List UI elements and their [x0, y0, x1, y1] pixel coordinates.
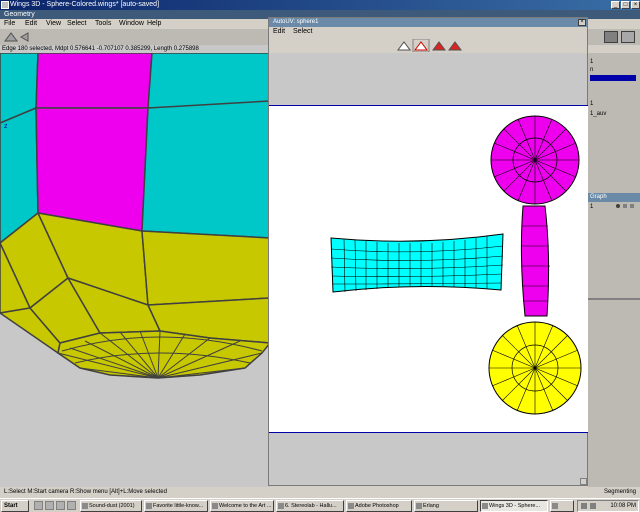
autouv-title-bar: AutoUV: sphere1	[269, 18, 587, 27]
taskbar-item-active[interactable]: Wings 3D - Sphere...	[480, 500, 548, 512]
graph-item[interactable]: 1	[590, 204, 593, 210]
mouse-hint: L:Select M:Start camera R:Show menu [Alt…	[4, 489, 167, 495]
taskbar-item[interactable]: Adobe Photoshop	[346, 500, 412, 512]
uv-island-magenta-strip	[520, 205, 550, 317]
app-icon	[278, 503, 284, 509]
start-button[interactable]: Start	[1, 500, 29, 512]
clock[interactable]: 10:08 PM	[610, 503, 636, 509]
menu-window[interactable]: Window	[119, 19, 144, 29]
taskbar-item-label: Welcome to the Art ...	[219, 503, 272, 509]
taskbar-item-label: Favorite little-know...	[153, 503, 204, 509]
taskbar-item[interactable]	[550, 500, 574, 512]
perspective-icon[interactable]	[621, 31, 635, 43]
sphere-mesh	[0, 53, 270, 379]
taskbar-item-label: Adobe Photoshop	[355, 503, 399, 509]
menu-file[interactable]: File	[4, 19, 15, 29]
uv-canvas[interactable]	[269, 105, 588, 433]
close-icon[interactable]: ×	[631, 1, 640, 9]
3d-viewport[interactable]: z	[0, 53, 270, 487]
geometry-label: Geometry	[4, 11, 35, 18]
autouv-window: AutoUV: sphere1 × Edit Select	[268, 17, 588, 486]
autouv-close-icon[interactable]: ×	[578, 19, 586, 26]
quicklaunch-folder-icon[interactable]	[67, 501, 76, 510]
minimize-icon[interactable]: _	[611, 1, 620, 9]
mode-label: Segmenting	[603, 489, 636, 495]
autouv-menu-bar: Edit Select	[269, 27, 587, 37]
quicklaunch-outlook-icon[interactable]	[56, 501, 65, 510]
autouv-toolbar	[269, 37, 587, 53]
outliner-item[interactable]: 1	[590, 101, 593, 107]
outliner-item[interactable]: n	[590, 67, 593, 73]
menu-tools[interactable]: Tools	[95, 19, 111, 29]
app-icon	[82, 503, 88, 509]
menu-help[interactable]: Help	[147, 19, 161, 29]
taskbar-item-label: Sound-dust (2001)	[89, 503, 135, 509]
taskbar-item[interactable]: Welcome to the Art ...	[210, 500, 274, 512]
taskbar-item-label: Erlang	[423, 503, 439, 509]
resize-handle[interactable]	[580, 478, 587, 485]
graph-title: Graph	[590, 194, 607, 200]
uv-selection-mode-icons[interactable]	[395, 39, 465, 52]
app-icon	[212, 503, 218, 509]
graph-title-bar: Graph	[588, 193, 640, 202]
network-icon[interactable]	[590, 503, 596, 509]
app-icon	[482, 503, 488, 509]
uv-island-cyan	[330, 233, 504, 293]
uv-island-magenta-disc	[490, 115, 580, 205]
uv-island-yellow-disc	[488, 321, 582, 415]
quicklaunch-desktop-icon[interactable]	[34, 501, 43, 510]
bottom-status-bar: L:Select M:Start camera R:Show menu [Alt…	[0, 487, 640, 498]
menu-select[interactable]: Select	[67, 19, 86, 29]
wire-icon[interactable]	[630, 204, 634, 208]
menu-edit[interactable]: Edit	[25, 19, 37, 29]
taskbar: Start Sound-dust (2001) Favorite little-…	[0, 498, 640, 512]
selection-mode-icons[interactable]	[3, 31, 33, 43]
axis-label: z	[4, 123, 8, 130]
uv-islands	[330, 115, 582, 415]
outliner-selected-item[interactable]	[590, 75, 636, 81]
eye-icon[interactable]	[616, 204, 620, 208]
view-toggle-icon[interactable]	[604, 31, 618, 43]
menu-view[interactable]: View	[46, 19, 61, 29]
taskbar-item[interactable]: 6. Stereolab - Hallu...	[276, 500, 344, 512]
app-icon	[146, 503, 152, 509]
outliner-item[interactable]: 1_auv	[590, 111, 606, 117]
taskbar-item[interactable]: Favorite little-know...	[144, 500, 208, 512]
app-icon[interactable]	[1, 1, 9, 9]
autouv-menu-edit[interactable]: Edit	[273, 27, 285, 37]
outliner-item[interactable]: 1	[590, 59, 593, 65]
outliner-panel: 1 n 1 1_auv Graph 1	[588, 53, 640, 487]
taskbar-item[interactable]: Sound-dust (2001)	[80, 500, 142, 512]
lock-icon[interactable]	[623, 204, 627, 208]
app-title-bar: Wings 3D - Sphere-Colored.wings* [auto-s…	[0, 0, 640, 10]
system-tray: 10:08 PM	[577, 500, 639, 512]
app-title: Wings 3D - Sphere-Colored.wings* [auto-s…	[10, 1, 160, 8]
panel-divider	[588, 298, 640, 300]
geometry-status-line: Edge 180 selected, Mdpt 0.576641 -0.7071…	[0, 45, 268, 53]
app-icon	[348, 503, 354, 509]
taskbar-item-label: Wings 3D - Sphere...	[489, 503, 541, 509]
taskbar-item[interactable]: Erlang	[414, 500, 478, 512]
app-icon	[552, 503, 558, 509]
taskbar-item-label: 6. Stereolab - Hallu...	[285, 503, 337, 509]
autouv-title: AutoUV: sphere1	[273, 19, 319, 25]
app-icon	[416, 503, 422, 509]
autouv-menu-select[interactable]: Select	[293, 27, 312, 37]
volume-icon[interactable]	[581, 503, 587, 509]
quicklaunch-ie-icon[interactable]	[45, 501, 54, 510]
maximize-icon[interactable]: □	[621, 1, 630, 9]
start-label: Start	[4, 503, 18, 509]
